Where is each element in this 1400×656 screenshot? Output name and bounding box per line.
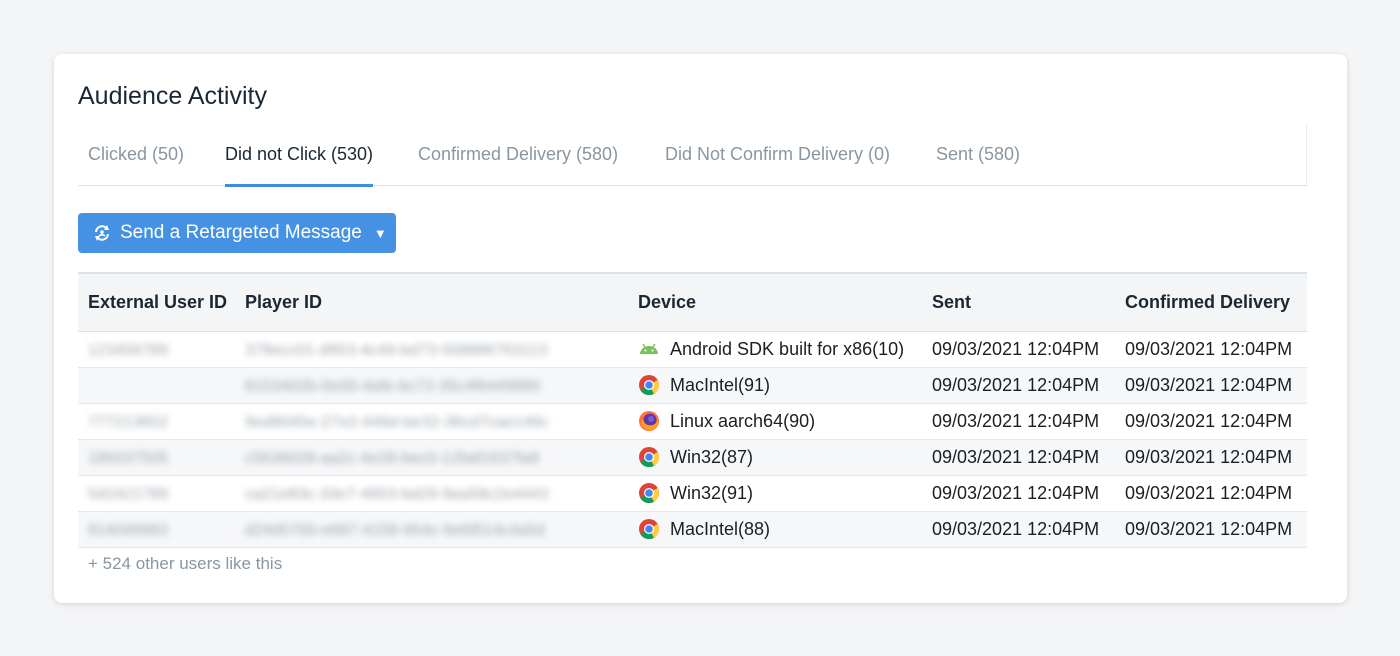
device-cell: Linux aarch64(90) <box>628 403 922 440</box>
external-user-id-cell <box>78 367 235 404</box>
tab-did-not-confirm-delivery[interactable]: Did Not Confirm Delivery (0) <box>665 124 890 186</box>
external-user-id-cell: 777213652 <box>78 403 235 440</box>
sent-cell: 09/03/2021 12:04PM <box>922 331 1115 368</box>
android-icon <box>638 338 660 360</box>
device-name: MacIntel(88) <box>670 518 771 539</box>
external-user-id-cell: 542421789 <box>78 475 235 512</box>
sent-cell: 09/03/2021 12:04PM <box>922 475 1115 512</box>
sent-cell: 09/03/2021 12:04PM <box>922 439 1115 476</box>
external-user-id: 185037505 <box>88 449 169 467</box>
device-name: Win32(87) <box>670 446 754 467</box>
card-title: Audience Activity <box>78 82 267 110</box>
confirmed-delivery-cell: 09/03/2021 12:04PM <box>1115 439 1307 476</box>
other-users-note: + 524 other users like this <box>88 554 283 573</box>
external-user-id: 814049983 <box>88 521 169 539</box>
player-id-cell: 9ed8045e-27e2-449d-be32-38cd7cae149c <box>235 403 628 440</box>
player-id[interactable]: 8153402b-0e00-4afe-bc72-35c4f6449880 <box>245 378 540 395</box>
header-device[interactable]: Device <box>628 272 922 332</box>
table-row[interactable]: 123456789 378ecc01-d953-4c49-bd73-508886… <box>78 331 1307 368</box>
sent-cell: 09/03/2021 12:04PM <box>922 367 1115 404</box>
table-row[interactable]: 777213652 9ed8045e-27e2-449d-be32-38cd7c… <box>78 403 1307 440</box>
header-player-id[interactable]: Player ID <box>235 272 628 332</box>
player-id[interactable]: c5636028-aa2c-4e28-bec0-12fa81637fa8 <box>245 450 539 467</box>
audience-table: External User ID Player ID Device Sent C… <box>78 272 1307 548</box>
tab-sent[interactable]: Sent (580) <box>936 124 1020 186</box>
player-id-cell: d24d5700-e687-4158-954c-9efd514c4a5d <box>235 511 628 548</box>
table-row[interactable]: 814049983 d24d5700-e687-4158-954c-9efd51… <box>78 511 1307 548</box>
player-id-cell: 378ecc01-d953-4c49-bd73-508886763113 <box>235 331 628 368</box>
confirmed-delivery-cell: 09/03/2021 12:04PM <box>1115 331 1307 368</box>
sent-cell: 09/03/2021 12:04PM <box>922 403 1115 440</box>
header-confirmed-delivery[interactable]: Confirmed Delivery <box>1115 272 1307 332</box>
confirmed-delivery-cell: 09/03/2021 12:04PM <box>1115 475 1307 512</box>
chrome-icon <box>638 446 660 468</box>
player-id-cell: 8153402b-0e00-4afe-bc72-35c4f6449880 <box>235 367 628 404</box>
table-row[interactable]: 8153402b-0e00-4afe-bc72-35c4f6449880 Mac… <box>78 367 1307 404</box>
player-id-cell: c5636028-aa2c-4e28-bec0-12fa81637fa8 <box>235 439 628 476</box>
chrome-icon <box>638 482 660 504</box>
device-name: Linux aarch64(90) <box>670 410 816 431</box>
tab-confirmed-delivery[interactable]: Confirmed Delivery (580) <box>418 124 618 186</box>
audience-activity-card: Audience Activity Clicked (50) Did not C… <box>54 54 1347 603</box>
firefox-icon <box>638 410 660 432</box>
chrome-icon <box>638 374 660 396</box>
player-id[interactable]: ca21e83c-33e7-4953-bd29-9ea58c2e4443 <box>245 486 548 503</box>
external-user-id-cell: 814049983 <box>78 511 235 548</box>
caret-down-icon: ▼ <box>373 225 387 241</box>
device-cell: Win32(91) <box>628 475 922 512</box>
external-user-id: 542421789 <box>88 485 169 503</box>
table-header-row: External User ID Player ID Device Sent C… <box>78 272 1307 332</box>
table-row[interactable]: 185037505 c5636028-aa2c-4e28-bec0-12fa81… <box>78 439 1307 476</box>
tab-bar: Clicked (50) Did not Click (530) Confirm… <box>78 124 1307 187</box>
player-id[interactable]: 378ecc01-d953-4c49-bd73-508886763113 <box>245 342 547 359</box>
tab-did-not-click[interactable]: Did not Click (530) <box>225 124 374 187</box>
confirmed-delivery-cell: 09/03/2021 12:04PM <box>1115 403 1307 440</box>
send-retargeted-message-label: Send a Retargeted Message <box>120 222 362 243</box>
tab-clicked[interactable]: Clicked (50) <box>88 124 184 186</box>
chrome-icon <box>638 518 660 540</box>
device-cell: Android SDK built for x86(10) <box>628 331 922 368</box>
table-row[interactable]: 542421789 ca21e83c-33e7-4953-bd29-9ea58c… <box>78 475 1307 512</box>
confirmed-delivery-cell: 09/03/2021 12:04PM <box>1115 511 1307 548</box>
player-id[interactable]: d24d5700-e687-4158-954c-9efd514c4a5d <box>245 522 545 539</box>
player-id-cell: ca21e83c-33e7-4953-bd29-9ea58c2e4443 <box>235 475 628 512</box>
sent-cell: 09/03/2021 12:04PM <box>922 511 1115 548</box>
device-name: Android SDK built for x86(10) <box>670 338 905 359</box>
header-external-user-id[interactable]: External User ID <box>78 272 235 332</box>
device-name: MacIntel(91) <box>670 374 771 395</box>
device-cell: MacIntel(88) <box>628 511 922 548</box>
external-user-id-cell: 185037505 <box>78 439 235 476</box>
send-retargeted-message-button[interactable]: Send a Retargeted Message ▼ <box>78 213 396 253</box>
device-cell: Win32(87) <box>628 439 922 476</box>
confirmed-delivery-cell: 09/03/2021 12:04PM <box>1115 367 1307 404</box>
header-sent[interactable]: Sent <box>922 272 1115 332</box>
retarget-icon <box>92 223 112 243</box>
device-cell: MacIntel(91) <box>628 367 922 404</box>
external-user-id-cell: 123456789 <box>78 331 235 368</box>
external-user-id: 123456789 <box>88 341 169 359</box>
device-name: Win32(91) <box>670 482 754 503</box>
player-id[interactable]: 9ed8045e-27e2-449d-be32-38cd7cae149c <box>245 414 548 431</box>
external-user-id: 777213652 <box>88 413 169 431</box>
